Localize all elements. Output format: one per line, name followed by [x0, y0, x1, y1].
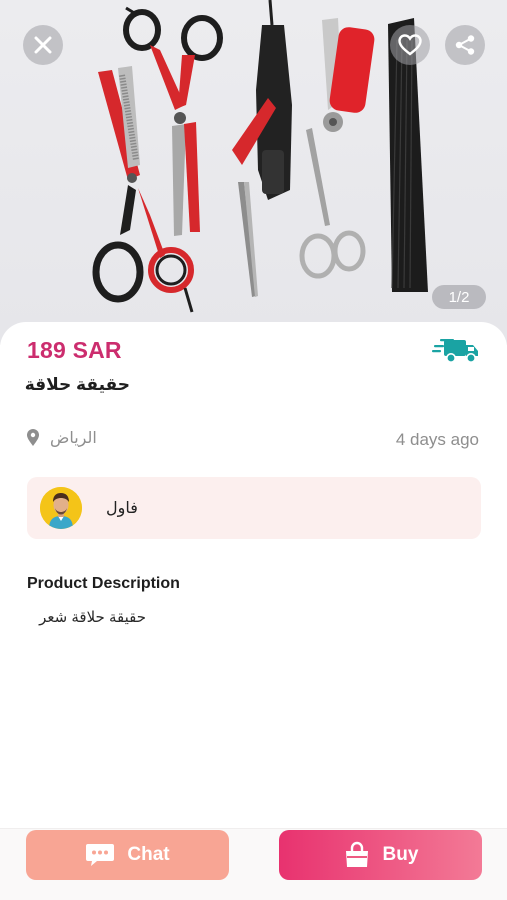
posted-time: 4 days ago — [395, 430, 479, 449]
share-button[interactable] — [445, 25, 485, 65]
delivery-truck-icon — [432, 339, 478, 363]
heart-icon — [398, 34, 422, 56]
straight-razor — [232, 0, 292, 200]
buy-button[interactable]: Buy — [279, 830, 482, 880]
tweezers — [238, 182, 258, 297]
image-counter: 1/2 — [432, 285, 486, 309]
chat-button-label: Chat — [127, 844, 170, 865]
product-price: 189 SAR — [27, 337, 122, 363]
seller-card[interactable]: فاول — [27, 477, 481, 539]
close-button[interactable] — [23, 25, 63, 65]
location-pin-icon — [27, 429, 39, 446]
product-image[interactable]: 1/2 — [0, 0, 507, 345]
product-title: حقيقة حلاقة — [24, 375, 130, 394]
seller-name: فاول — [106, 500, 138, 517]
favorite-button[interactable] — [390, 25, 430, 65]
product-photo-illustration — [92, 0, 428, 313]
close-icon — [34, 36, 52, 54]
small-scissors — [299, 128, 366, 279]
avatar-illustration — [40, 487, 82, 529]
product-location: الرياض — [26, 428, 97, 448]
hair-scissors — [123, 6, 223, 236]
seller-avatar — [40, 487, 82, 529]
chat-button[interactable]: Chat — [26, 830, 229, 880]
shopping-bag-icon — [345, 841, 368, 867]
buy-button-label: Buy — [382, 844, 419, 865]
description-text: حقيقة حلاقة شعر — [39, 609, 146, 626]
chat-bubble-icon — [86, 844, 115, 866]
share-icon — [455, 35, 475, 55]
description-heading: Product Description — [27, 575, 180, 592]
location-label: الرياض — [50, 430, 97, 447]
nail-clipper — [322, 18, 375, 132]
